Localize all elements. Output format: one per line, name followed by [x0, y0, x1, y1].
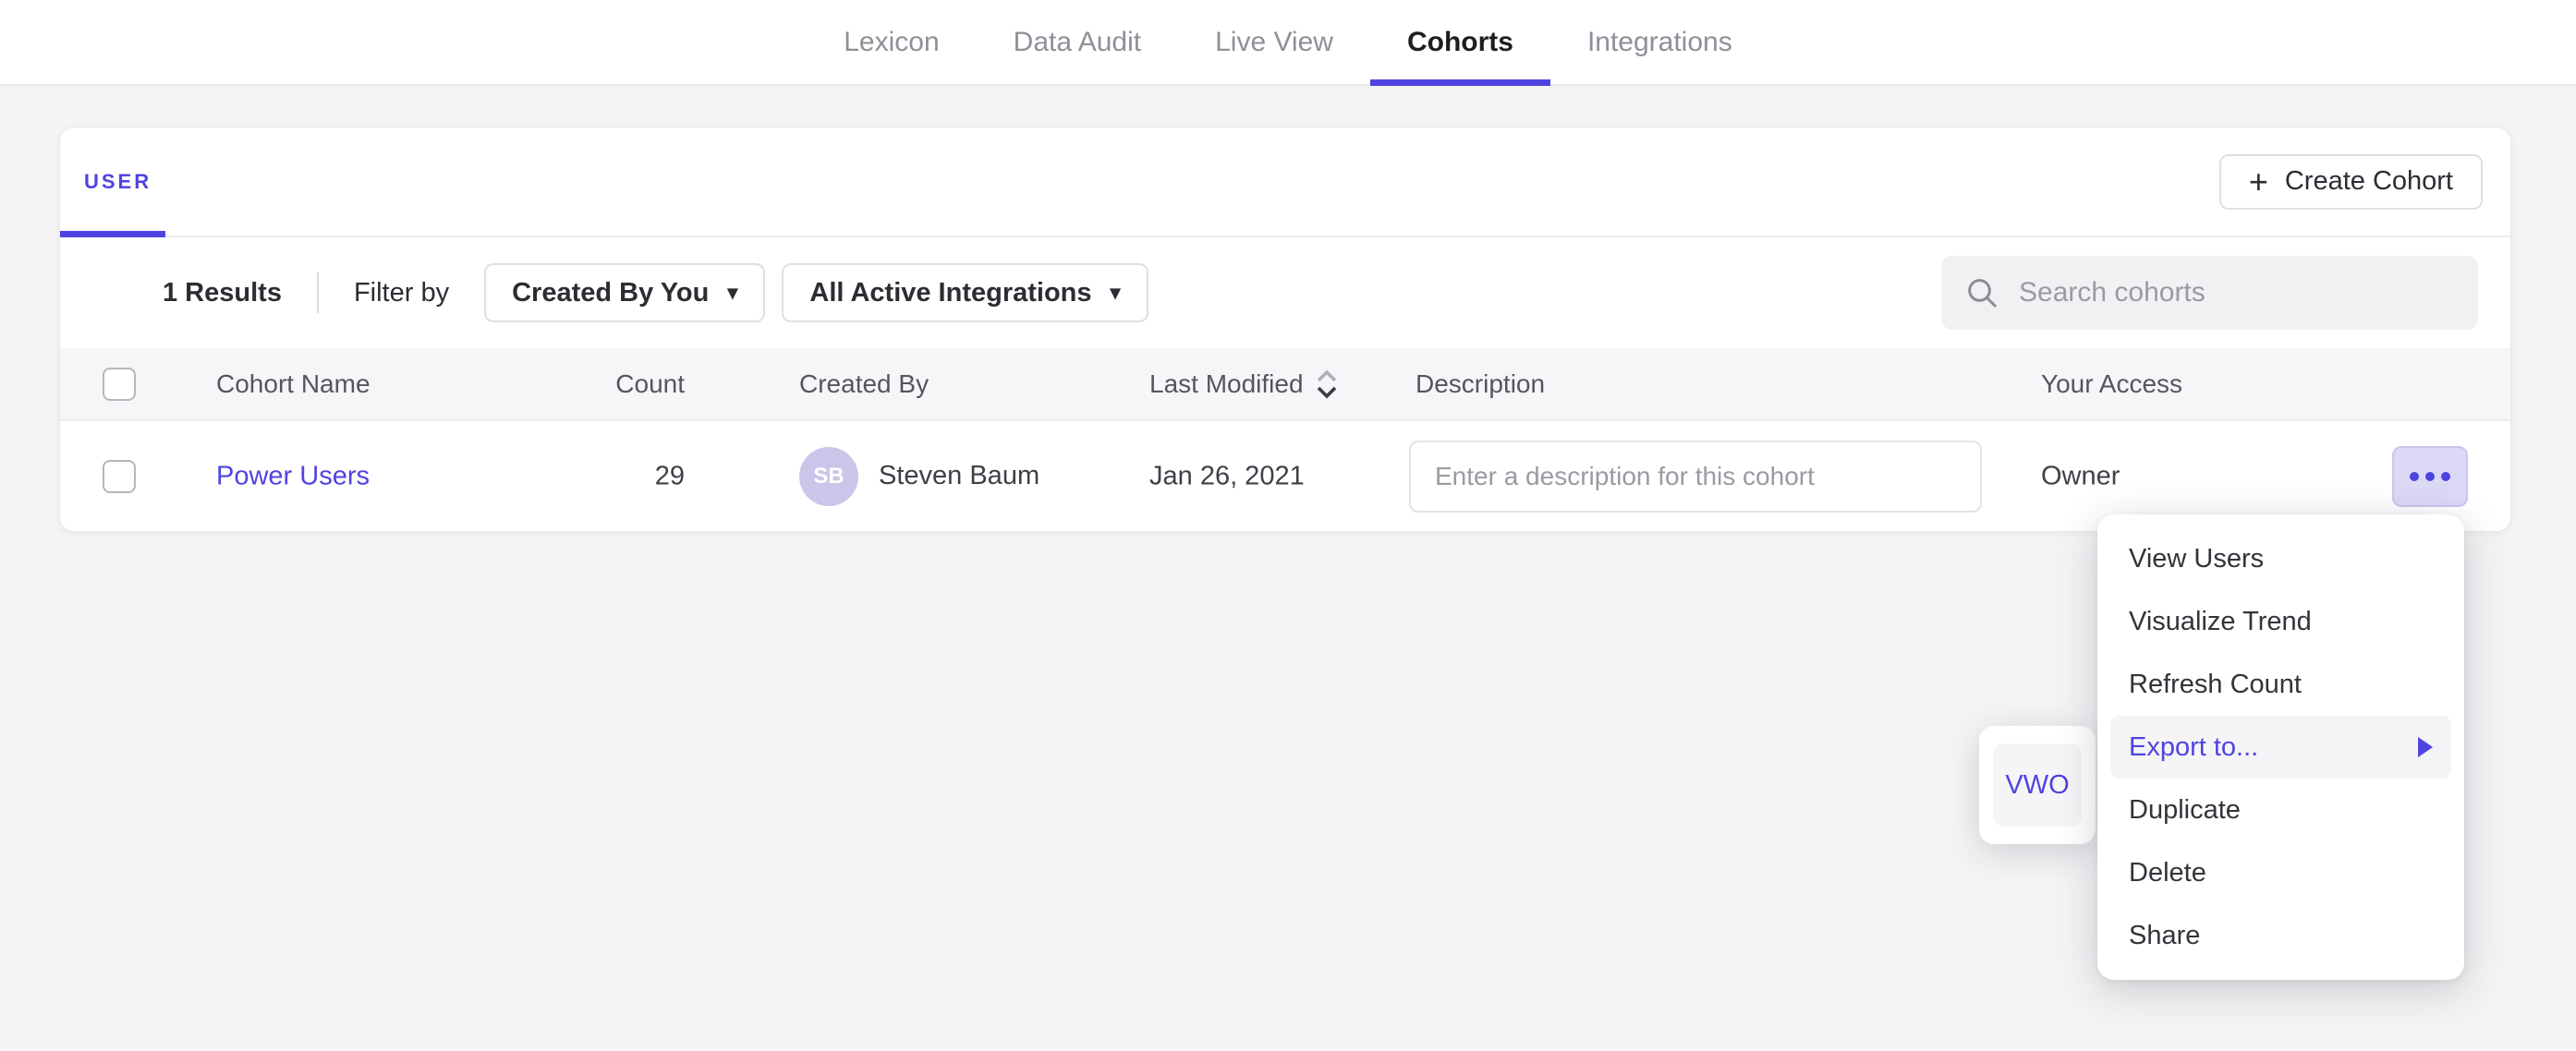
menu-item-label: Export to...: [2129, 732, 2258, 763]
chevron-down-icon: ▾: [727, 281, 737, 305]
menu-item-label: Refresh Count: [2129, 670, 2302, 700]
column-header-description: Description: [1416, 369, 1545, 399]
menu-item-share[interactable]: Share: [2110, 904, 2451, 967]
panel-tab-bar: USER + Create Cohort: [60, 127, 2510, 237]
menu-item-duplicate[interactable]: Duplicate: [2110, 779, 2451, 841]
integrations-filter-value: All Active Integrations: [809, 278, 1091, 308]
chevron-down-icon: ▾: [1111, 281, 1121, 305]
user-tab-underline: [60, 231, 165, 237]
column-header-your-access: Your Access: [2041, 369, 2182, 399]
cohort-count: 29: [559, 461, 685, 491]
create-cohort-label: Create Cohort: [2285, 166, 2453, 197]
tab-user[interactable]: USER: [84, 170, 152, 194]
export-submenu: VWO: [1979, 726, 2096, 844]
menu-item-view-users[interactable]: View Users: [2110, 527, 2451, 590]
column-header-cohort-name: Cohort Name: [216, 369, 371, 399]
menu-item-label: Delete: [2129, 858, 2206, 888]
cohorts-panel: USER + Create Cohort 1 Results Filter by…: [59, 127, 2511, 532]
active-tab-underline: [1370, 79, 1550, 86]
nav-tab-integrations[interactable]: Integrations: [1550, 0, 1769, 84]
column-header-count: Count: [559, 369, 685, 399]
nav-tab-label: Cohorts: [1407, 27, 1513, 58]
export-target-vwo[interactable]: VWO: [1993, 743, 2082, 827]
nav-tab-label: Lexicon: [844, 27, 939, 58]
menu-item-label: Duplicate: [2129, 795, 2241, 826]
nav-tab-lexicon[interactable]: Lexicon: [807, 0, 976, 84]
search-icon: [1963, 274, 2000, 311]
table-header: Cohort Name Count Created By Last Modifi…: [60, 348, 2510, 421]
results-count: 1 Results: [163, 278, 282, 308]
plus-icon: +: [2249, 165, 2268, 199]
create-cohort-button[interactable]: + Create Cohort: [2219, 154, 2483, 210]
created-by-name: Steven Baum: [879, 461, 1039, 491]
select-all-checkbox[interactable]: [103, 368, 136, 401]
integrations-filter-dropdown[interactable]: All Active Integrations ▾: [782, 263, 1148, 322]
menu-item-label: View Users: [2129, 544, 2264, 574]
more-dots-icon: [2410, 472, 2419, 481]
menu-item-label: Visualize Trend: [2129, 607, 2312, 637]
row-context-menu: View Users Visualize Trend Refresh Count…: [2097, 514, 2464, 980]
menu-item-refresh-count[interactable]: Refresh Count: [2110, 653, 2451, 716]
filter-bar: 1 Results Filter by Created By You ▾ All…: [60, 237, 2510, 348]
nav-tab-label: Live View: [1215, 27, 1333, 58]
menu-item-export-to[interactable]: Export to...: [2110, 716, 2451, 779]
avatar: SB: [799, 447, 858, 506]
nav-tab-data-audit[interactable]: Data Audit: [977, 0, 1178, 84]
menu-item-label: Share: [2129, 921, 2200, 951]
top-nav: Lexicon Data Audit Live View Cohorts Int…: [0, 0, 2576, 86]
row-actions-button[interactable]: [2392, 446, 2468, 507]
more-dots-icon: [2425, 472, 2435, 481]
nav-tab-cohorts[interactable]: Cohorts: [1370, 0, 1550, 84]
row-checkbox[interactable]: [103, 460, 136, 493]
nav-tab-label: Integrations: [1587, 27, 1732, 58]
access-level: Owner: [2041, 461, 2120, 491]
menu-item-delete[interactable]: Delete: [2110, 841, 2451, 904]
column-header-last-modified[interactable]: Last Modified: [1149, 368, 1339, 400]
created-by-filter-value: Created By You: [512, 278, 709, 308]
search-box: [1941, 256, 2478, 330]
last-modified-label: Last Modified: [1149, 369, 1304, 399]
column-header-created-by: Created By: [799, 369, 929, 399]
filter-by-label: Filter by: [354, 278, 449, 308]
divider: [317, 272, 319, 313]
last-modified-date: Jan 26, 2021: [1149, 461, 1305, 491]
search-input[interactable]: [2019, 277, 2456, 308]
created-by-filter-dropdown[interactable]: Created By You ▾: [484, 263, 765, 322]
menu-item-visualize-trend[interactable]: Visualize Trend: [2110, 590, 2451, 653]
submenu-arrow-icon: [2418, 737, 2433, 757]
nav-tab-live-view[interactable]: Live View: [1178, 0, 1370, 84]
cohort-name-link[interactable]: Power Users: [216, 461, 370, 491]
more-dots-icon: [2441, 472, 2450, 481]
sort-icon: [1315, 368, 1339, 400]
description-input[interactable]: [1409, 441, 1982, 513]
nav-tab-label: Data Audit: [1014, 27, 1141, 58]
